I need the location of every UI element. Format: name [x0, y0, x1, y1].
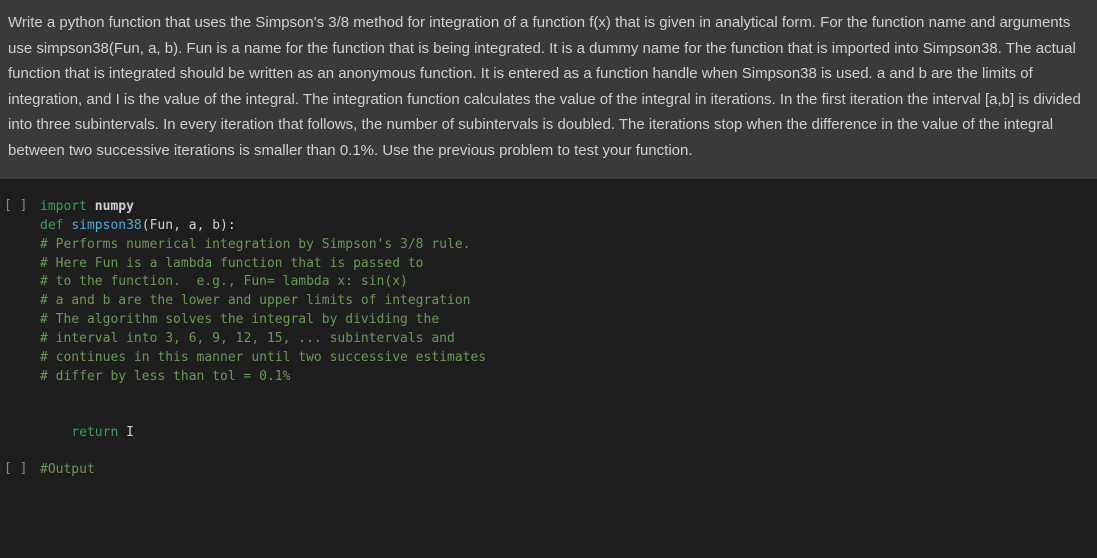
comment-line-2: # Here Fun is a lambda function that is …: [40, 256, 424, 271]
prompt-label: [ ]: [4, 198, 27, 213]
code-cell-1[interactable]: [ ] import numpy def simpson38(Fun, a, b…: [0, 198, 1097, 443]
code-content[interactable]: import numpy def simpson38(Fun, a, b): #…: [40, 198, 1097, 443]
module-numpy: numpy: [95, 199, 134, 214]
comma-2: ,: [197, 218, 205, 233]
function-name: simpson38: [71, 218, 141, 233]
code-editor[interactable]: #Output: [40, 461, 1097, 480]
close-paren: ):: [220, 218, 236, 233]
keyword-return: return: [71, 425, 118, 440]
prompt-label: [ ]: [4, 461, 27, 476]
keyword-def: def: [40, 218, 63, 233]
cell-prompt: [ ]: [4, 461, 40, 476]
comment-line-5: # The algorithm solves the integral by d…: [40, 312, 439, 327]
code-cell-2[interactable]: [ ] #Output: [0, 461, 1097, 480]
return-var: I: [126, 425, 134, 440]
param-fun: Fun: [150, 218, 173, 233]
code-editor[interactable]: import numpy def simpson38(Fun, a, b): #…: [40, 198, 1097, 443]
param-a: a: [189, 218, 197, 233]
comment-line-8: # differ by less than tol = 0.1%: [40, 369, 290, 384]
comment-line-4: # a and b are the lower and upper limits…: [40, 293, 470, 308]
code-content[interactable]: #Output: [40, 461, 1097, 480]
comma-1: ,: [173, 218, 181, 233]
comment-line-7: # continues in this manner until two suc…: [40, 350, 486, 365]
cell-prompt: [ ]: [4, 198, 40, 213]
problem-description: Write a python function that uses the Si…: [0, 0, 1097, 180]
param-b: b: [212, 218, 220, 233]
keyword-import: import: [40, 199, 87, 214]
open-paren: (: [142, 218, 150, 233]
comment-line-6: # interval into 3, 6, 9, 12, 15, ... sub…: [40, 331, 455, 346]
problem-text-content: Write a python function that uses the Si…: [8, 14, 1081, 159]
notebook-cells: [ ] import numpy def simpson38(Fun, a, b…: [0, 180, 1097, 480]
comment-line-3: # to the function. e.g., Fun= lambda x: …: [40, 274, 408, 289]
comment-line-1: # Performs numerical integration by Simp…: [40, 237, 470, 252]
comment-output: #Output: [40, 462, 95, 477]
